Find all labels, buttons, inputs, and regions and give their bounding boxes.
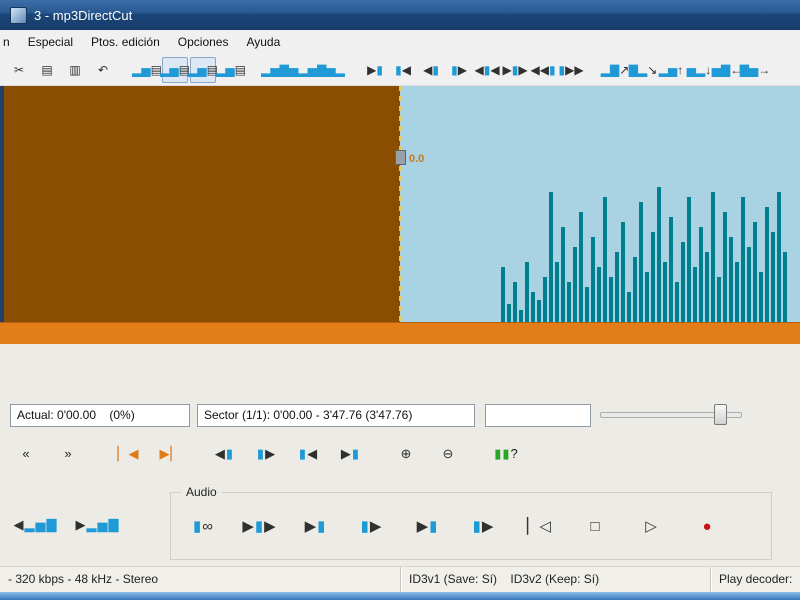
nav-group-detect: ▮▮? xyxy=(486,439,526,467)
fade-out-button[interactable]: ▇▂↘ xyxy=(630,57,656,83)
toolbar: ✂▤▥↶ ▂▅▤▂▅▤▂▅▤▂▅▤ ▂▅▇▅▂▅▇▅▂ ▶▮▮◀◀▮▮▶◀▮◀▶… xyxy=(0,54,800,86)
statusbar: - 320 kbps - 48 kHz - Stereo ID3v1 (Save… xyxy=(0,566,800,592)
skip-end-button[interactable]: ▶▏ xyxy=(150,439,190,467)
next-cue-button[interactable]: ▶▮▶ xyxy=(502,57,528,83)
playback-cursor[interactable]: 0.0 xyxy=(399,86,401,322)
titlebar[interactable]: 3 - mp3DirectCut xyxy=(0,0,800,30)
save-selection-button[interactable]: ▂▅▤ xyxy=(162,57,188,83)
window-title: 3 - mp3DirectCut xyxy=(34,8,132,23)
view-follow-button[interactable]: ◀▂▅▇ xyxy=(8,500,62,548)
toolbar-group-gain: ▂▇↗▇▂↘▂▅↑▅▂↓▅▇←▇▅→ xyxy=(602,57,768,83)
sector-prev-button[interactable]: ◀◀▮ xyxy=(530,57,556,83)
menu-item-3[interactable]: Opciones xyxy=(169,31,238,53)
waveform-played-region[interactable] xyxy=(4,86,400,322)
view-scroll-button[interactable]: ▶▂▅▇ xyxy=(70,500,124,548)
zoom-in-button[interactable]: ⊕ xyxy=(386,439,426,467)
taskbar-strip xyxy=(0,592,800,600)
show-bitrate-button[interactable]: ▇▅▂ xyxy=(318,57,344,83)
sector-info-field: Sector (1/1): 0'00.00 - 3'47.76 (3'47.76… xyxy=(197,404,475,427)
prev-cue-point-button[interactable]: ◀▮ xyxy=(204,439,244,467)
menu-item-2[interactable]: Ptos. edición xyxy=(82,31,169,53)
control-panel: Actual: 0'00.00 (0%) Sector (1/1): 0'00.… xyxy=(0,344,800,566)
stop-button[interactable]: □ xyxy=(573,505,617,547)
play-to-cursor-button[interactable]: ▶▮ xyxy=(405,505,449,547)
audio-group-label: Audio xyxy=(181,485,222,499)
gain-down-button[interactable]: ▅▂↓ xyxy=(686,57,712,83)
nav-group-skip: ▏◀▶▏ xyxy=(108,439,190,467)
forward-button[interactable]: » xyxy=(48,439,88,467)
app-icon xyxy=(10,7,27,24)
zoom-out-button[interactable]: ⊖ xyxy=(428,439,468,467)
level-left-button[interactable]: ▅▇← xyxy=(714,57,740,83)
pause-detection-button[interactable]: ▮▮? xyxy=(486,439,526,467)
undo-button[interactable]: ↶ xyxy=(90,57,116,83)
play-loop-button[interactable]: ▮∞ xyxy=(181,505,225,547)
status-decoder: Play decoder: xyxy=(710,567,800,592)
toolbar-group-edit: ✂▤▥↶ xyxy=(6,57,116,83)
toolbar-group-save: ▂▅▤▂▅▤▂▅▤▂▅▤ xyxy=(134,57,244,83)
navigation-bar: «» ▏◀▶▏ ◀▮▮▶▮◀▶▮ ⊕⊖ ▮▮? xyxy=(6,438,546,468)
play-button[interactable]: ▷ xyxy=(629,505,673,547)
show-spectrum-button[interactable]: ▅▂▅ xyxy=(290,57,316,83)
audio-buttons: ▮∞ ▶▮▶ ▶▮ ▮▶ ▶▮ ▮▶ ▏◁ □ ▷ ● xyxy=(181,505,729,547)
cursor-gain-label: 0.0 xyxy=(409,153,424,165)
prev-cue-button[interactable]: ◀▮◀ xyxy=(474,57,500,83)
prev-frame-button[interactable]: ◀▮ xyxy=(418,57,444,83)
nav-group-seek: «» xyxy=(6,439,88,467)
jump-begin-button[interactable]: ▶▮ xyxy=(362,57,388,83)
jump-end-button[interactable]: ▮◀ xyxy=(390,57,416,83)
gain-up-button[interactable]: ▂▅↑ xyxy=(658,57,684,83)
seek-slider-thumb[interactable] xyxy=(714,404,727,425)
level-right-button[interactable]: ▇▅→ xyxy=(742,57,768,83)
save-batch-button[interactable]: ▂▅▤ xyxy=(218,57,244,83)
menu-item-4[interactable]: Ayuda xyxy=(237,31,289,53)
menu-item-1[interactable]: Especial xyxy=(19,31,82,53)
paste-button[interactable]: ▥ xyxy=(62,57,88,83)
view-buttons: ◀▂▅▇▶▂▅▇ xyxy=(8,500,124,548)
play-preview-button[interactable]: ▶▮ xyxy=(293,505,337,547)
audio-group: Audio ▮∞▶▮▶▶▮▮▶▶▮▮▶▏◁□▷● xyxy=(170,492,772,560)
show-vu-button[interactable]: ▂▅▇ xyxy=(262,57,288,83)
status-id3: ID3v1 (Save: Sí) ID3v2 (Keep: Sí) xyxy=(400,567,710,592)
sector-end-button[interactable]: ▶▮ xyxy=(330,439,370,467)
cursor-marker[interactable] xyxy=(395,150,406,165)
nav-group-zoom: ⊕⊖ xyxy=(386,439,468,467)
toolbar-group-display: ▂▅▇▅▂▅▇▅▂ xyxy=(262,57,344,83)
save-all-button[interactable]: ▂▅▤ xyxy=(134,57,160,83)
record-button[interactable]: ● xyxy=(685,505,729,547)
cut-button[interactable]: ✂ xyxy=(6,57,32,83)
rewind-button[interactable]: « xyxy=(6,439,46,467)
seek-slider[interactable] xyxy=(600,402,746,426)
next-cue-point-button[interactable]: ▮▶ xyxy=(246,439,286,467)
window-left-edge xyxy=(0,86,4,344)
nav-group-cues: ◀▮▮▶▮◀▶▮ xyxy=(204,439,370,467)
play-selection-button[interactable]: ▶▮▶ xyxy=(237,505,281,547)
position-actual-field: Actual: 0'00.00 (0%) xyxy=(10,404,190,427)
skip-to-start-button[interactable]: ▏◁ xyxy=(517,505,561,547)
waveform-remaining-region[interactable] xyxy=(400,86,800,322)
save-split-button[interactable]: ▂▅▤ xyxy=(190,57,216,83)
status-format: - 320 kbps - 48 kHz - Stereo xyxy=(0,567,400,592)
menubar: nEspecialPtos. ediciónOpcionesAyuda xyxy=(0,30,800,55)
sector-next-button[interactable]: ▮▶▶ xyxy=(558,57,584,83)
play-from-cursor-button[interactable]: ▮▶ xyxy=(349,505,393,547)
toolbar-group-nav: ▶▮▮◀◀▮▮▶◀▮◀▶▮▶◀◀▮▮▶▶ xyxy=(362,57,584,83)
copy-button[interactable]: ▤ xyxy=(34,57,60,83)
sector-begin-button[interactable]: ▮◀ xyxy=(288,439,328,467)
next-frame-button[interactable]: ▮▶ xyxy=(446,57,472,83)
skip-start-button[interactable]: ▏◀ xyxy=(108,439,148,467)
menu-item-0[interactable]: n xyxy=(0,31,19,53)
gain-strip[interactable] xyxy=(0,322,800,345)
fade-in-button[interactable]: ▂▇↗ xyxy=(602,57,628,83)
waveform-display[interactable]: 0.0 xyxy=(0,86,800,322)
play-after-button[interactable]: ▮▶ xyxy=(461,505,505,547)
extra-field xyxy=(485,404,591,427)
